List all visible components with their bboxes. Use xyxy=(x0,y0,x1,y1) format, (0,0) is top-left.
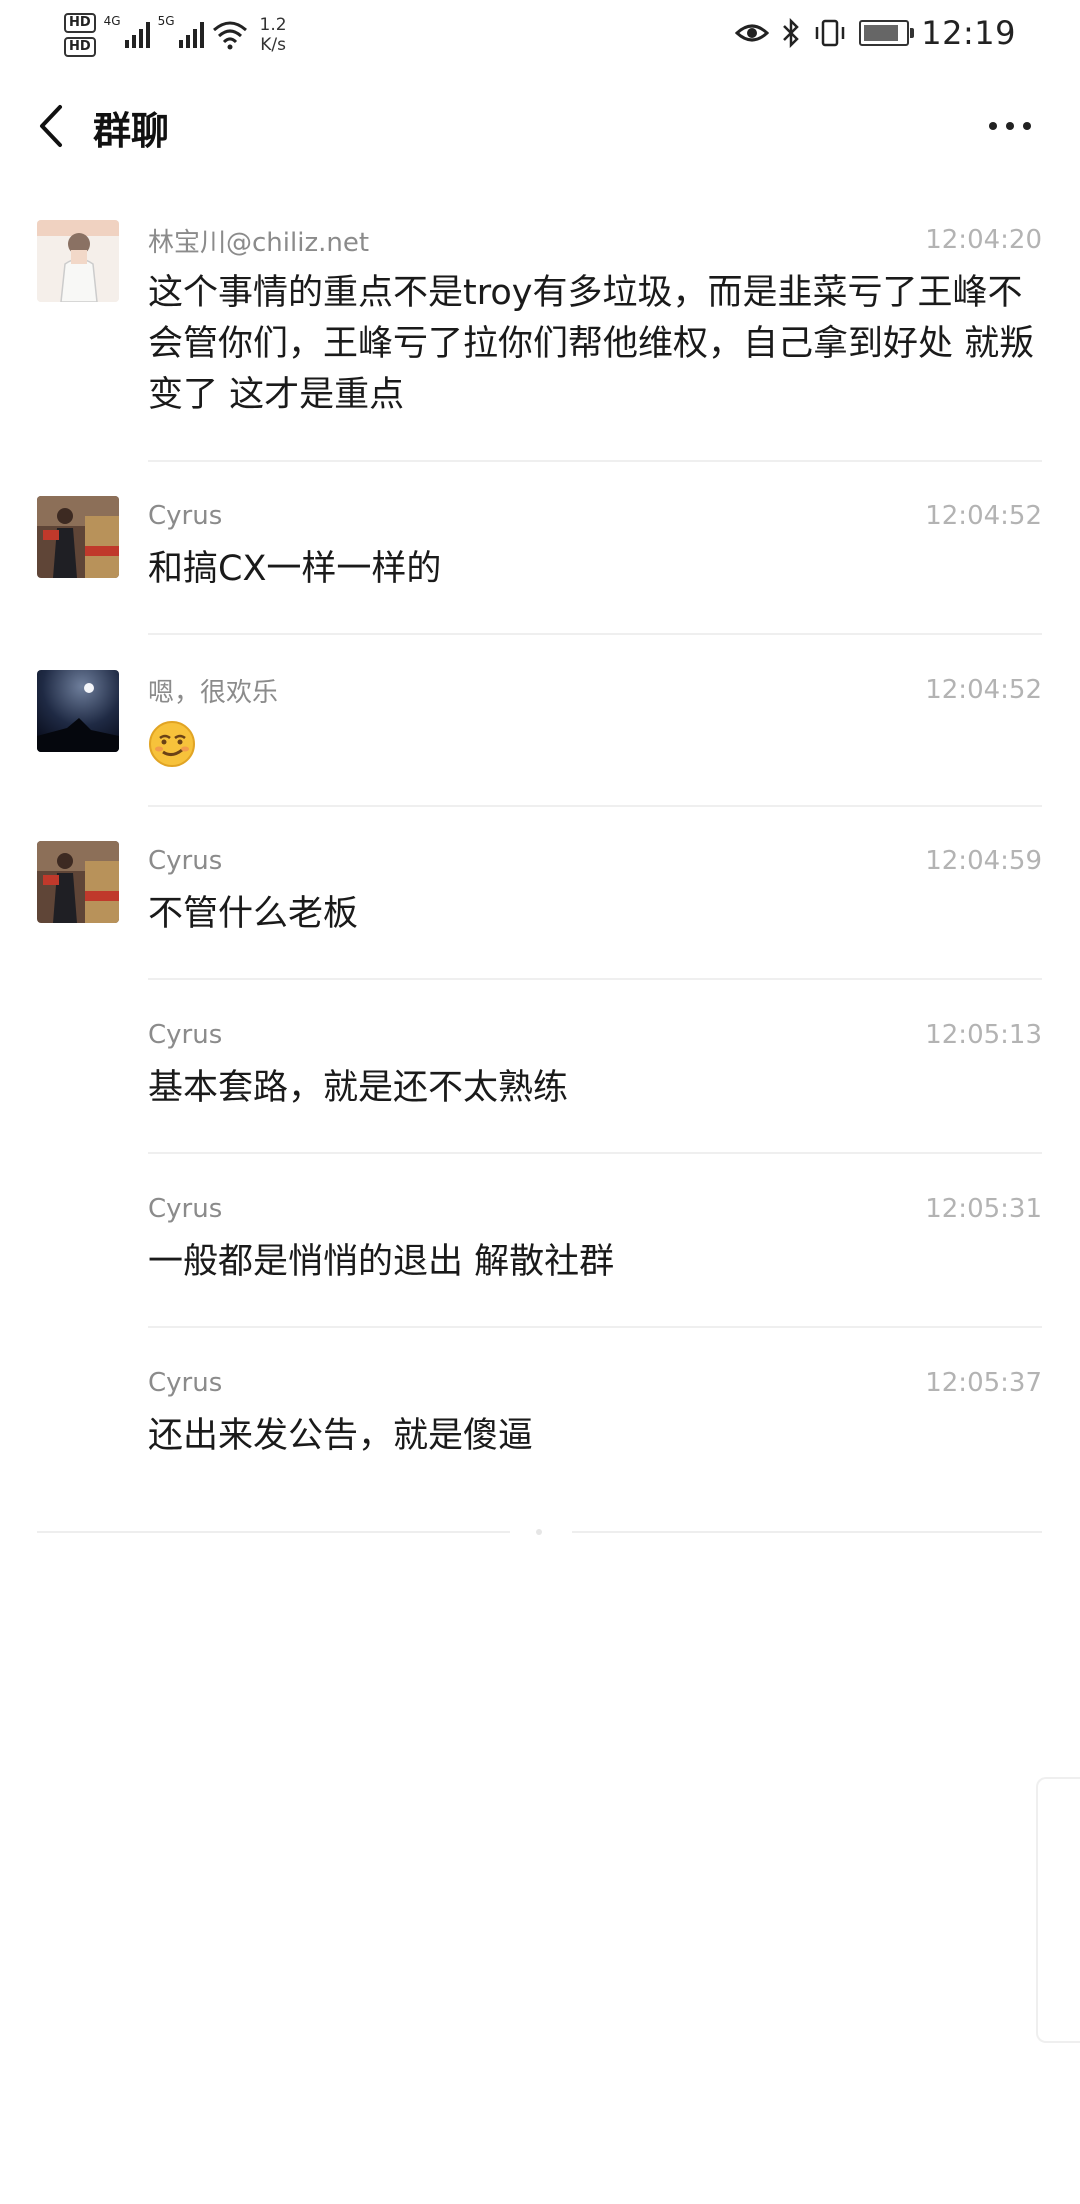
sender-name[interactable]: 嗯，很欢乐 xyxy=(148,672,278,709)
hd-badge-1: HD xyxy=(64,13,96,33)
message-body: 嗯，很欢乐 12:04:52 xyxy=(148,670,1042,768)
side-floating-tab[interactable] xyxy=(1036,1777,1080,2043)
message-body: Cyrus 12:05:31 一般都是悄悄的退出 解散社群 xyxy=(148,1189,1042,1288)
message-meta: Cyrus 12:05:37 xyxy=(148,1363,1042,1403)
network-type-2: 5G xyxy=(157,14,175,28)
message-body: Cyrus 12:05:37 还出来发公告，就是傻逼 xyxy=(148,1363,1042,1462)
network-type-1: 4G xyxy=(103,14,121,28)
message-text[interactable]: 一般都是悄悄的退出 解散社群 xyxy=(148,1237,1042,1288)
status-time: 12:19 xyxy=(921,14,1016,52)
vibrate-icon xyxy=(816,19,845,47)
message-meta: Cyrus 12:04:52 xyxy=(148,496,1042,536)
avatar[interactable] xyxy=(37,841,119,923)
message-divider xyxy=(148,460,1042,462)
battery-icon xyxy=(859,20,915,46)
message-text[interactable]: 和搞CX一样一样的 xyxy=(148,544,1042,595)
message-meta: 林宝川@chiliz.net 12:04:20 xyxy=(148,220,1042,260)
message-body: 林宝川@chiliz.net 12:04:20 这个事情的重点不是troy有多垃… xyxy=(148,220,1042,421)
speed-unit: K/s xyxy=(260,35,286,55)
more-dots-icon xyxy=(989,122,1031,130)
message-body: Cyrus 12:04:52 和搞CX一样一样的 xyxy=(148,496,1042,595)
chevron-left-icon xyxy=(40,105,62,147)
message-meta: Cyrus 12:05:13 xyxy=(148,1015,1042,1055)
hd-indicators: HD HD xyxy=(64,13,96,57)
list-end-line-left xyxy=(37,1531,510,1533)
message-time: 12:04:52 xyxy=(925,501,1042,531)
header-bar: 群聊 xyxy=(0,80,1080,170)
message-time: 12:04:20 xyxy=(925,225,1042,255)
list-end-line-right xyxy=(572,1531,1042,1533)
message-divider xyxy=(148,633,1042,635)
sender-name[interactable]: Cyrus xyxy=(148,1020,222,1050)
avatar[interactable] xyxy=(37,220,119,302)
eye-icon xyxy=(735,24,770,42)
avatar[interactable] xyxy=(37,670,119,752)
status-bar: HD HD 4G 5G 1.2 K/s 12:19 xyxy=(0,0,1080,66)
page-title: 群聊 xyxy=(93,109,170,153)
status-left: HD HD 4G 5G 1.2 K/s xyxy=(64,8,287,62)
bluetooth-icon xyxy=(783,18,800,48)
sender-name[interactable]: Cyrus xyxy=(148,1368,222,1398)
wifi-icon xyxy=(212,21,247,50)
sender-name[interactable]: Cyrus xyxy=(148,1194,222,1224)
network-speed: 1.2 K/s xyxy=(260,15,287,55)
message-text[interactable]: 基本套路，就是还不太熟练 xyxy=(148,1063,1042,1114)
message-time: 12:05:37 xyxy=(925,1368,1042,1398)
message-divider xyxy=(148,978,1042,980)
message-body: Cyrus 12:04:59 不管什么老板 xyxy=(148,841,1042,940)
status-right: 12:19 xyxy=(735,10,1016,56)
speed-value: 1.2 xyxy=(259,15,287,35)
message-time: 12:04:59 xyxy=(925,846,1042,876)
message-meta: Cyrus 12:04:59 xyxy=(148,841,1042,881)
avatar[interactable] xyxy=(37,496,119,578)
hd-badge-2: HD xyxy=(64,37,96,57)
message-body: Cyrus 12:05:13 基本套路，就是还不太熟练 xyxy=(148,1015,1042,1114)
sender-name[interactable]: Cyrus xyxy=(148,501,222,531)
message-time: 12:05:31 xyxy=(925,1194,1042,1224)
message-meta: Cyrus 12:05:31 xyxy=(148,1189,1042,1229)
message-meta: 嗯，很欢乐 12:04:52 xyxy=(148,670,1042,710)
signal-icon-1 xyxy=(124,22,150,48)
message-text[interactable]: 还出来发公告，就是傻逼 xyxy=(148,1411,1042,1462)
message-time: 12:04:52 xyxy=(925,675,1042,705)
more-button[interactable] xyxy=(980,100,1040,152)
back-button[interactable] xyxy=(26,98,76,154)
message-divider xyxy=(148,805,1042,807)
message-divider xyxy=(148,1152,1042,1154)
sender-name[interactable]: 林宝川@chiliz.net xyxy=(148,222,369,259)
smirk-emoji-icon xyxy=(149,721,195,767)
message-text[interactable]: 不管什么老板 xyxy=(148,889,1042,940)
message-divider xyxy=(148,1326,1042,1328)
emoji-sticker[interactable] xyxy=(148,720,196,768)
sender-name[interactable]: Cyrus xyxy=(148,846,222,876)
message-time: 12:05:13 xyxy=(925,1020,1042,1050)
message-text[interactable]: 这个事情的重点不是troy有多垃圾，而是韭菜亏了王峰不会管你们，王峰亏了拉你们帮… xyxy=(148,268,1042,421)
list-end-dot xyxy=(536,1529,542,1535)
signal-icon-2 xyxy=(178,22,204,48)
